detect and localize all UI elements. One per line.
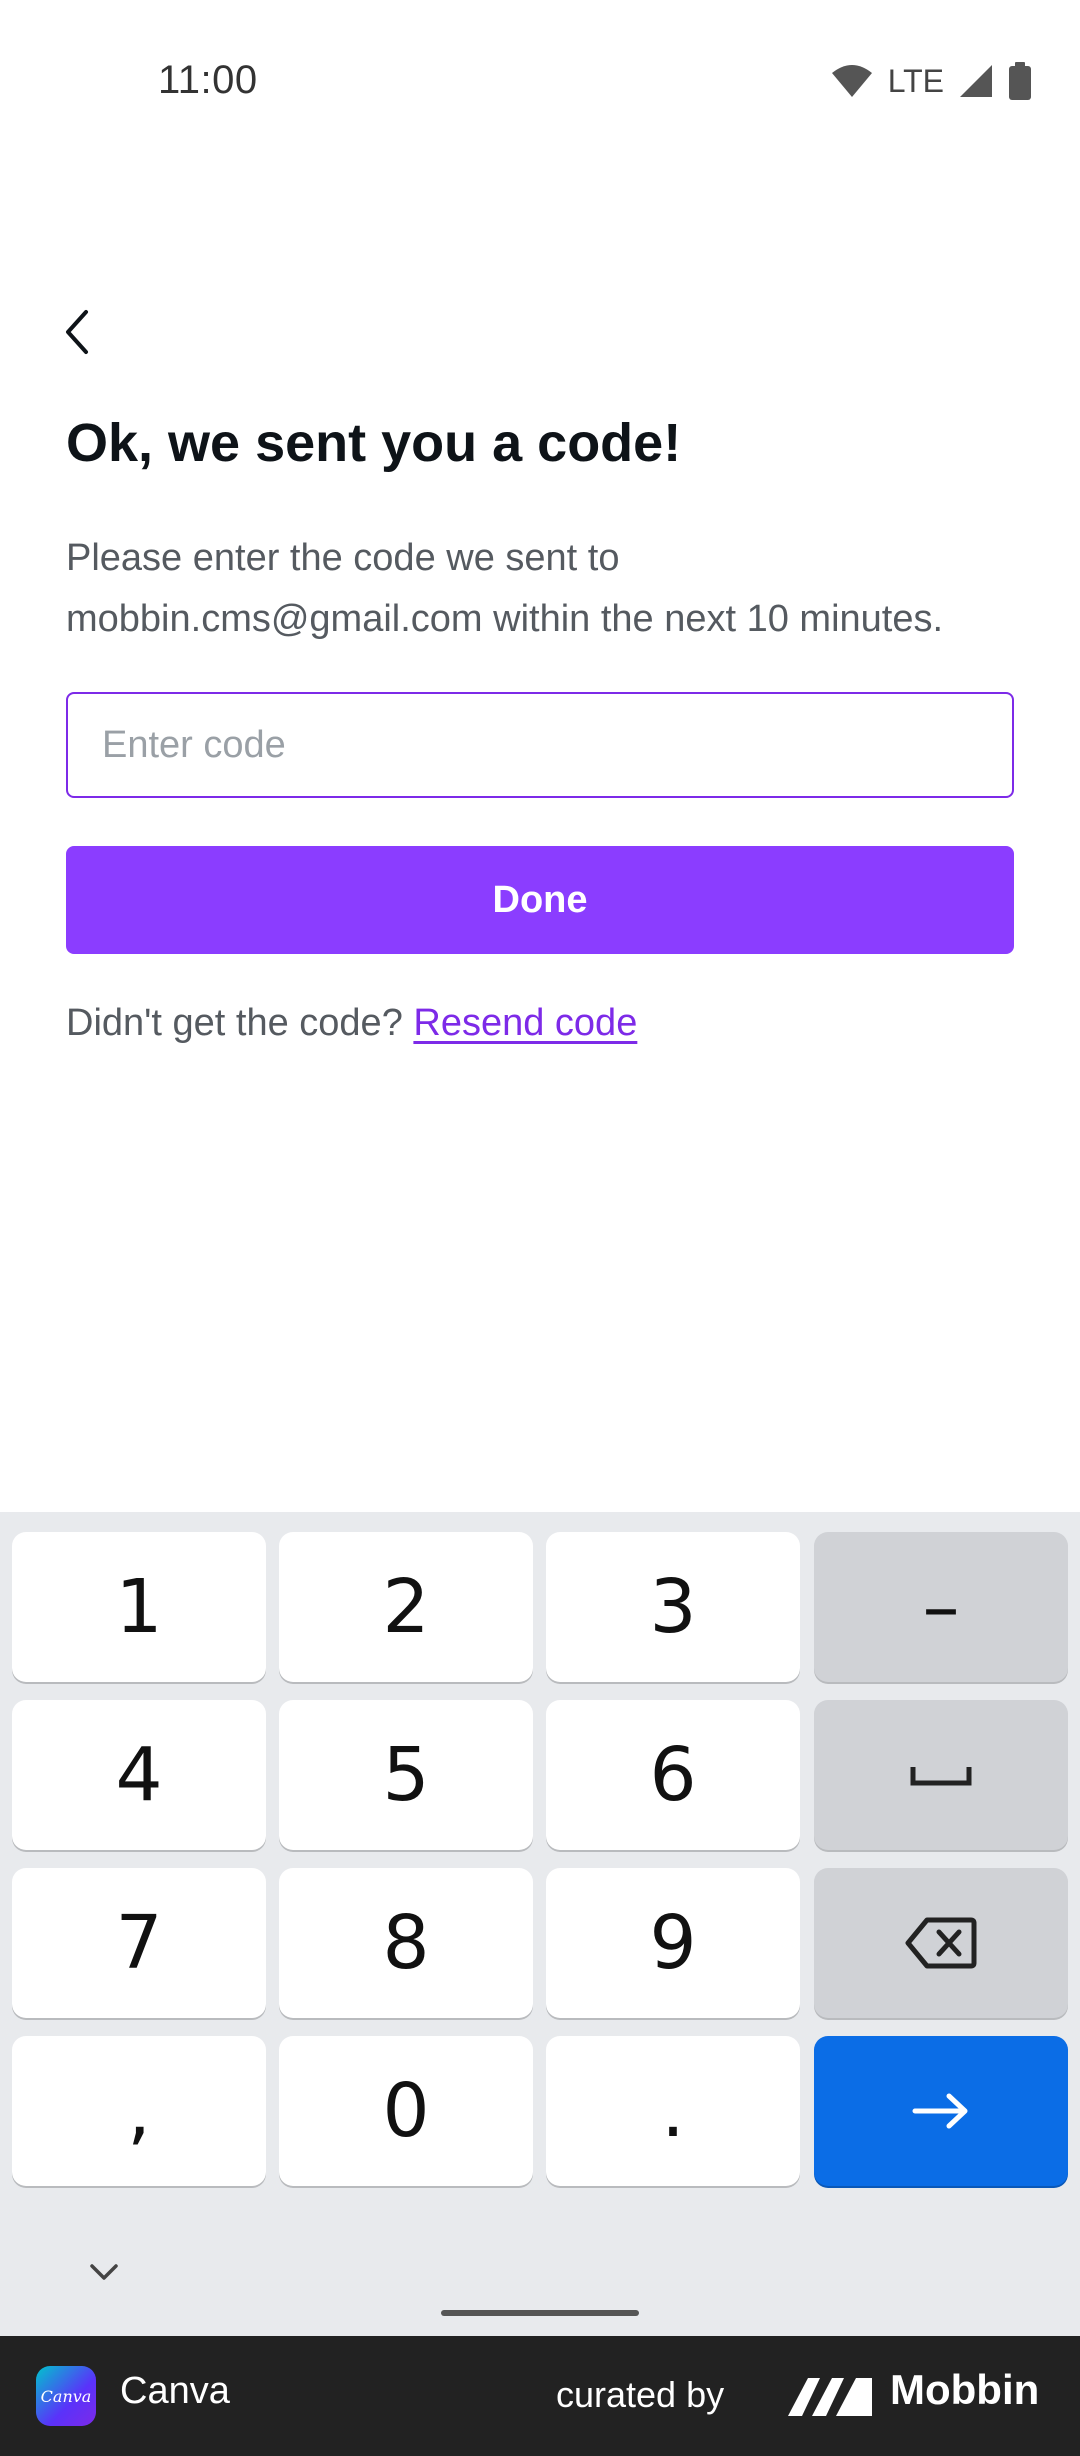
key-comma[interactable]: ,	[12, 2036, 266, 2186]
back-button[interactable]	[52, 300, 102, 364]
battery-icon	[1009, 62, 1031, 100]
resend-code-link[interactable]: Resend code	[413, 1002, 637, 1044]
curated-by-label: curated by	[556, 2374, 725, 2415]
key-dash[interactable]: –	[814, 1532, 1068, 1682]
key-period[interactable]: .	[546, 2036, 800, 2186]
space-icon	[910, 1767, 972, 1786]
wifi-icon	[831, 65, 872, 97]
key-0[interactable]: 0	[279, 2036, 533, 2186]
network-label: LTE	[887, 62, 944, 99]
resend-prompt: Didn't get the code?	[66, 1002, 403, 1044]
attribution-banner: Canva Canva curated by Mobbin	[0, 2336, 1080, 2456]
key-3[interactable]: 3	[546, 1532, 800, 1682]
space-key[interactable]	[814, 1700, 1068, 1850]
key-2[interactable]: 2	[279, 1532, 533, 1682]
signal-icon	[960, 65, 992, 97]
instruction-text: Please enter the code we sent to mobbin.…	[66, 537, 944, 640]
status-time: 11:00	[158, 58, 258, 102]
code-input[interactable]	[66, 692, 1014, 798]
key-8[interactable]: 8	[279, 1868, 533, 2018]
key-4[interactable]: 4	[12, 1700, 266, 1850]
enter-key[interactable]	[814, 2036, 1068, 2186]
numeric-keyboard: 1 2 3 – 4 5 6 7 8 9 , 0 .	[0, 1512, 1080, 2336]
page-title: Ok, we sent you a code!	[66, 413, 682, 473]
chevron-down-icon	[90, 2264, 118, 2280]
key-7[interactable]: 7	[12, 1868, 266, 2018]
key-1[interactable]: 1	[12, 1532, 266, 1682]
key-5[interactable]: 5	[279, 1700, 533, 1850]
resend-row: Didn't get the code? Resend code	[66, 1002, 637, 1045]
mobbin-brand: Mobbin	[890, 2366, 1040, 2413]
enter-arrow-icon	[912, 2093, 968, 2129]
status-icons: LTE	[830, 62, 1032, 100]
backspace-icon	[905, 1917, 977, 1969]
hide-keyboard-button[interactable]	[84, 2252, 124, 2292]
key-6[interactable]: 6	[546, 1700, 800, 1850]
mobbin-logo-icon	[788, 2378, 872, 2416]
home-indicator	[441, 2310, 639, 2316]
canva-logo: Canva	[36, 2366, 96, 2426]
key-9[interactable]: 9	[546, 1868, 800, 2018]
backspace-key[interactable]	[814, 1868, 1068, 2018]
done-button[interactable]: Done	[66, 846, 1014, 954]
app-name: Canva	[120, 2370, 230, 2412]
chevron-left-icon	[66, 310, 88, 354]
